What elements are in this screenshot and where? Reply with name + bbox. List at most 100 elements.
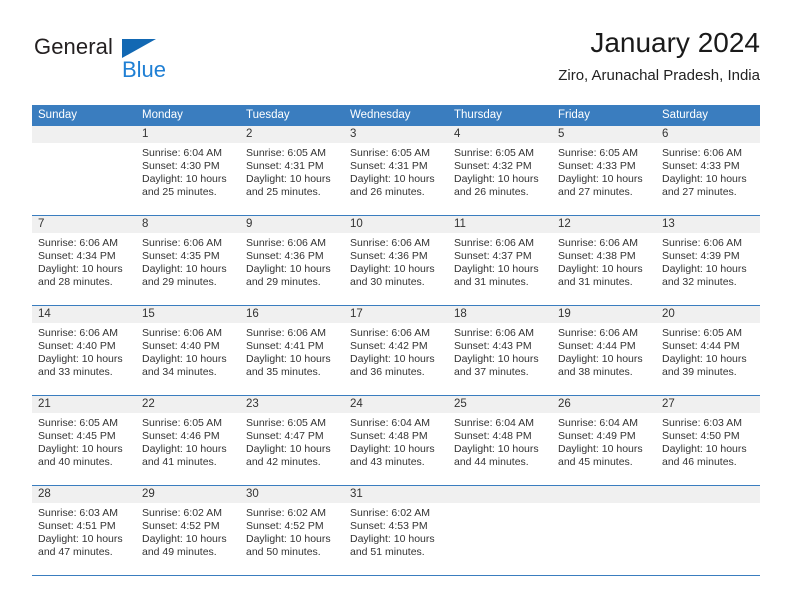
day-number: 29 (136, 486, 240, 503)
daylight-text: Daylight: 10 hours and 29 minutes. (142, 262, 227, 288)
day-number: 16 (240, 306, 344, 323)
day-number: 11 (448, 216, 552, 233)
day-details: Sunrise: 6:06 AM Sunset: 4:38 PM Daylight:… (552, 233, 656, 289)
sunrise-text: Sunrise: 6:06 AM (350, 327, 430, 339)
calendar-day-cell[interactable]: 24 Sunrise: 6:04 AM Sunset: 4:48 PM Dayligh… (344, 396, 448, 485)
calendar-day-cell[interactable]: 25 Sunrise: 6:04 AM Sunset: 4:48 PM Dayligh… (448, 396, 552, 485)
daylight-text: Daylight: 10 hours and 29 minutes. (246, 262, 331, 288)
calendar-week-row: 7 Sunrise: 6:06 AM Sunset: 4:34 PM Daylight… (32, 216, 760, 306)
calendar-day-cell[interactable]: 29 Sunrise: 6:02 AM Sunset: 4:52 PM Dayligh… (136, 486, 240, 575)
calendar-day-cell[interactable]: 10 Sunrise: 6:06 AM Sunset: 4:36 PM Dayligh… (344, 216, 448, 305)
day-details: Sunrise: 6:06 AM Sunset: 4:44 PM Daylight:… (552, 323, 656, 379)
sunset-text: Sunset: 4:47 PM (246, 429, 324, 442)
calendar-day-cell[interactable]: 16 Sunrise: 6:06 AM Sunset: 4:41 PM Dayligh… (240, 306, 344, 395)
day-details: Sunrise: 6:06 AM Sunset: 4:39 PM Daylight:… (656, 233, 760, 289)
daylight-text: Daylight: 10 hours and 47 minutes. (38, 532, 123, 558)
daylight-text: Daylight: 10 hours and 27 minutes. (662, 172, 747, 198)
calendar-day-cell[interactable]: 19 Sunrise: 6:06 AM Sunset: 4:44 PM Dayligh… (552, 306, 656, 395)
daylight-text: Daylight: 10 hours and 35 minutes. (246, 352, 331, 378)
sunrise-text: Sunrise: 6:06 AM (558, 237, 638, 249)
calendar-day-cell[interactable]: 18 Sunrise: 6:06 AM Sunset: 4:43 PM Dayligh… (448, 306, 552, 395)
calendar-day-cell[interactable]: 4 Sunrise: 6:05 AM Sunset: 4:32 PM Daylight… (448, 126, 552, 215)
day-details: Sunrise: 6:04 AM Sunset: 4:49 PM Daylight:… (552, 413, 656, 469)
calendar-day-cell[interactable]: 1 Sunrise: 6:04 AM Sunset: 4:30 PM Daylight… (136, 126, 240, 215)
calendar-day-cell[interactable]: 27 Sunrise: 6:03 AM Sunset: 4:50 PM Dayligh… (656, 396, 760, 485)
calendar-day-cell[interactable]: 8 Sunrise: 6:06 AM Sunset: 4:35 PM Daylight… (136, 216, 240, 305)
calendar-day-cell[interactable]: 22 Sunrise: 6:05 AM Sunset: 4:46 PM Dayligh… (136, 396, 240, 485)
daylight-text: Daylight: 10 hours and 43 minutes. (350, 442, 435, 468)
day-details: Sunrise: 6:06 AM Sunset: 4:36 PM Daylight:… (240, 233, 344, 289)
sunset-text: Sunset: 4:52 PM (246, 519, 324, 532)
daylight-text: Daylight: 10 hours and 28 minutes. (38, 262, 123, 288)
day-number: 9 (240, 216, 344, 233)
weekday-header-saturday: Saturday (662, 109, 709, 121)
sunrise-text: Sunrise: 6:06 AM (350, 237, 430, 249)
day-number (552, 486, 656, 503)
day-details: Sunrise: 6:05 AM Sunset: 4:32 PM Daylight:… (448, 143, 552, 199)
calendar-day-cell[interactable]: 12 Sunrise: 6:06 AM Sunset: 4:38 PM Dayligh… (552, 216, 656, 305)
sunrise-text: Sunrise: 6:04 AM (350, 417, 430, 429)
calendar-day-cell[interactable]: 7 Sunrise: 6:06 AM Sunset: 4:34 PM Daylight… (32, 216, 136, 305)
sunrise-text: Sunrise: 6:04 AM (454, 417, 534, 429)
sunset-text: Sunset: 4:46 PM (142, 429, 220, 442)
title-block: January 2024 Ziro, Arunachal Pradesh, In… (558, 26, 760, 85)
daylight-text: Daylight: 10 hours and 36 minutes. (350, 352, 435, 378)
calendar-day-cell[interactable]: 30 Sunrise: 6:02 AM Sunset: 4:52 PM Dayligh… (240, 486, 344, 575)
calendar-day-cell[interactable]: 28 Sunrise: 6:03 AM Sunset: 4:51 PM Dayligh… (32, 486, 136, 575)
day-number: 6 (656, 126, 760, 143)
day-details: Sunrise: 6:05 AM Sunset: 4:46 PM Daylight:… (136, 413, 240, 469)
daylight-text: Daylight: 10 hours and 41 minutes. (142, 442, 227, 468)
logo-text-general: General (34, 34, 113, 59)
calendar-day-cell-empty (656, 486, 760, 575)
sunset-text: Sunset: 4:52 PM (142, 519, 220, 532)
calendar-day-cell[interactable]: 2 Sunrise: 6:05 AM Sunset: 4:31 PM Daylight… (240, 126, 344, 215)
calendar-day-cell[interactable]: 5 Sunrise: 6:05 AM Sunset: 4:33 PM Daylight… (552, 126, 656, 215)
daylight-text: Daylight: 10 hours and 40 minutes. (38, 442, 123, 468)
calendar-day-cell[interactable]: 31 Sunrise: 6:02 AM Sunset: 4:53 PM Dayligh… (344, 486, 448, 575)
calendar-day-cell[interactable]: 6 Sunrise: 6:06 AM Sunset: 4:33 PM Daylight… (656, 126, 760, 215)
day-number: 17 (344, 306, 448, 323)
calendar-day-cell[interactable]: 17 Sunrise: 6:06 AM Sunset: 4:42 PM Dayligh… (344, 306, 448, 395)
daylight-text: Daylight: 10 hours and 25 minutes. (142, 172, 227, 198)
calendar-day-cell[interactable]: 26 Sunrise: 6:04 AM Sunset: 4:49 PM Dayligh… (552, 396, 656, 485)
daylight-text: Daylight: 10 hours and 25 minutes. (246, 172, 331, 198)
daylight-text: Daylight: 10 hours and 38 minutes. (558, 352, 643, 378)
calendar-day-cell[interactable]: 15 Sunrise: 6:06 AM Sunset: 4:40 PM Dayligh… (136, 306, 240, 395)
day-details: Sunrise: 6:06 AM Sunset: 4:42 PM Daylight:… (344, 323, 448, 379)
calendar-day-cell[interactable]: 14 Sunrise: 6:06 AM Sunset: 4:40 PM Dayligh… (32, 306, 136, 395)
weekday-header-row: Sunday Monday Tuesday Wednesday Thursday… (32, 105, 760, 126)
page-title: January 2024 (590, 27, 760, 58)
daylight-text: Daylight: 10 hours and 45 minutes. (558, 442, 643, 468)
day-number: 26 (552, 396, 656, 413)
day-number: 15 (136, 306, 240, 323)
sunset-text: Sunset: 4:31 PM (350, 159, 428, 172)
day-number: 2 (240, 126, 344, 143)
day-details: Sunrise: 6:03 AM Sunset: 4:51 PM Daylight:… (32, 503, 136, 559)
generalblue-logo[interactable]: General Blue (34, 34, 234, 90)
sunrise-text: Sunrise: 6:05 AM (350, 147, 430, 159)
day-details: Sunrise: 6:05 AM Sunset: 4:33 PM Daylight:… (552, 143, 656, 199)
calendar-day-cell[interactable]: 23 Sunrise: 6:05 AM Sunset: 4:47 PM Dayligh… (240, 396, 344, 485)
sunrise-text: Sunrise: 6:06 AM (246, 237, 326, 249)
calendar-day-cell[interactable]: 20 Sunrise: 6:05 AM Sunset: 4:44 PM Dayligh… (656, 306, 760, 395)
day-details: Sunrise: 6:06 AM Sunset: 4:40 PM Daylight:… (32, 323, 136, 379)
day-details: Sunrise: 6:06 AM Sunset: 4:36 PM Daylight:… (344, 233, 448, 289)
sunrise-text: Sunrise: 6:02 AM (142, 507, 222, 519)
daylight-text: Daylight: 10 hours and 42 minutes. (246, 442, 331, 468)
calendar-day-cell[interactable]: 3 Sunrise: 6:05 AM Sunset: 4:31 PM Daylight… (344, 126, 448, 215)
calendar-day-cell[interactable]: 11 Sunrise: 6:06 AM Sunset: 4:37 PM Dayligh… (448, 216, 552, 305)
day-number: 7 (32, 216, 136, 233)
sunset-text: Sunset: 4:42 PM (350, 339, 428, 352)
logo-text-blue: Blue (122, 57, 167, 82)
day-number: 8 (136, 216, 240, 233)
day-number: 21 (32, 396, 136, 413)
day-number: 25 (448, 396, 552, 413)
sunset-text: Sunset: 4:43 PM (454, 339, 532, 352)
day-number: 30 (240, 486, 344, 503)
calendar-day-cell[interactable]: 13 Sunrise: 6:06 AM Sunset: 4:39 PM Dayligh… (656, 216, 760, 305)
sunset-text: Sunset: 4:34 PM (38, 249, 116, 262)
calendar-day-cell[interactable]: 9 Sunrise: 6:06 AM Sunset: 4:36 PM Daylight… (240, 216, 344, 305)
day-details: Sunrise: 6:06 AM Sunset: 4:41 PM Daylight:… (240, 323, 344, 379)
calendar-day-cell[interactable]: 21 Sunrise: 6:05 AM Sunset: 4:45 PM Dayligh… (32, 396, 136, 485)
sunrise-text: Sunrise: 6:06 AM (38, 327, 118, 339)
